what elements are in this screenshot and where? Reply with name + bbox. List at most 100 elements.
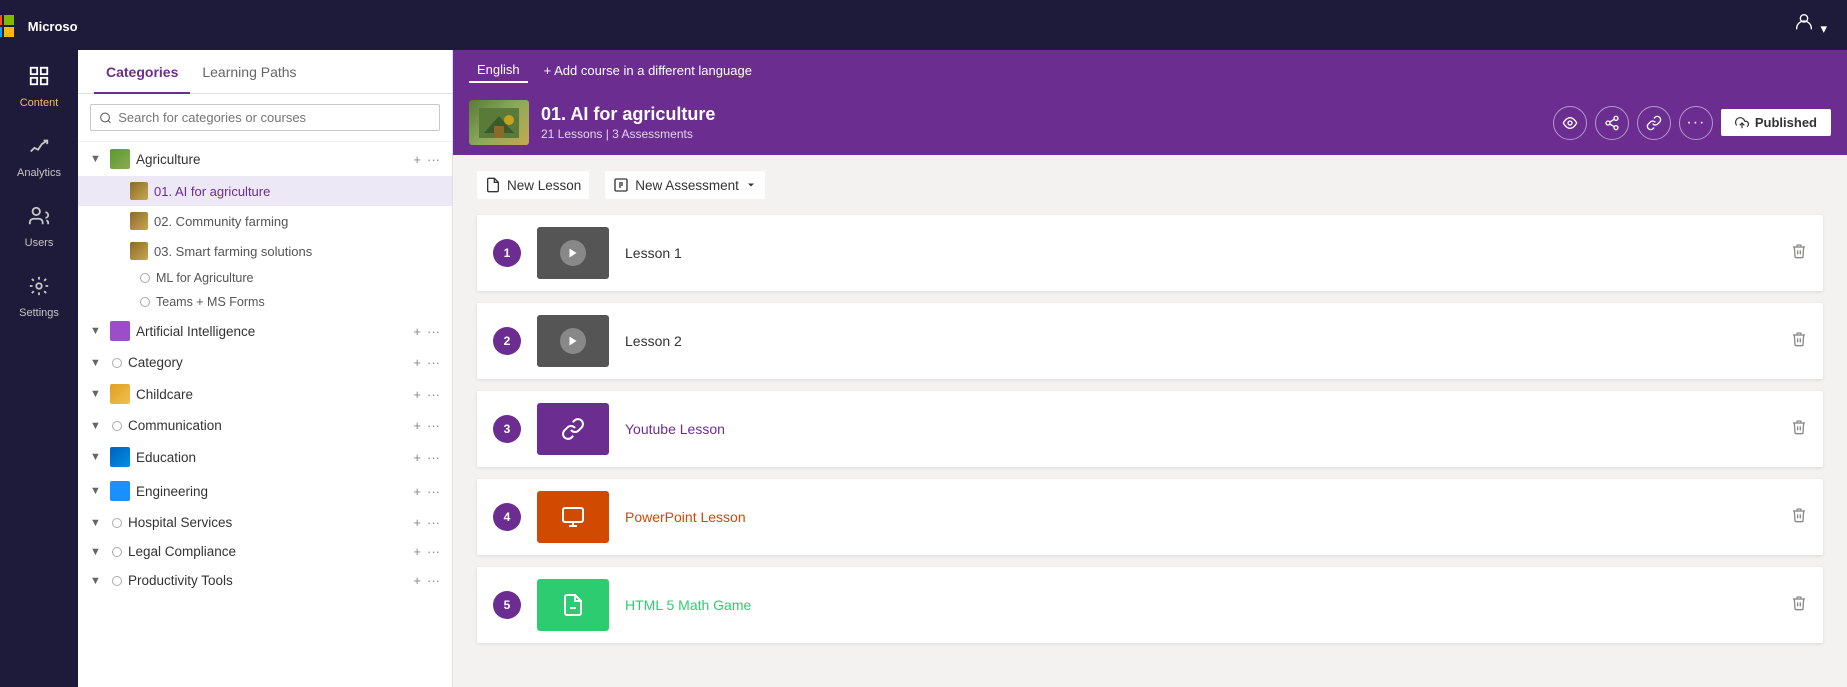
nav-item-users[interactable]: Users <box>0 192 78 262</box>
category-add-btn[interactable]: + <box>413 355 421 370</box>
lesson-name-4[interactable]: PowerPoint Lesson <box>625 509 1775 525</box>
category-ai[interactable]: ▼ Artificial Intelligence + ··· <box>78 314 452 348</box>
education-add-btn[interactable]: + <box>413 450 421 465</box>
course-image <box>469 100 529 145</box>
course-info: 01. AI for agriculture 21 Lessons | 3 As… <box>541 104 1541 141</box>
category-legal[interactable]: ▼ Legal Compliance + ··· <box>78 537 452 566</box>
childcare-add-btn[interactable]: + <box>413 387 421 402</box>
nav-item-analytics[interactable]: Analytics <box>0 122 78 192</box>
share-user-button[interactable] <box>1595 106 1629 140</box>
lesson-thumb-3[interactable] <box>537 403 609 455</box>
sub-community-farming[interactable]: 02. Community farming <box>78 206 452 236</box>
category-childcare[interactable]: ▼ Childcare + ··· <box>78 377 452 411</box>
category-productivity[interactable]: ▼ Productivity Tools + ··· <box>78 566 452 595</box>
legal-add-btn[interactable]: + <box>413 544 421 559</box>
childcare-label: Childcare <box>136 387 407 402</box>
add-language-button[interactable]: + Add course in a different language <box>544 63 752 78</box>
category-more-btn[interactable]: ··· <box>427 355 440 370</box>
sidebar-tabs: Categories Learning Paths <box>78 50 452 94</box>
childcare-more-btn[interactable]: ··· <box>427 387 440 402</box>
sub-smart-farming[interactable]: 03. Smart farming solutions <box>78 236 452 266</box>
chevron-engineering: ▼ <box>90 485 104 497</box>
engineering-actions: + ··· <box>413 484 440 499</box>
category-category[interactable]: ▼ Category + ··· <box>78 348 452 377</box>
lesson-thumb-4[interactable] <box>537 491 609 543</box>
category-dot <box>112 358 122 368</box>
link-button[interactable] <box>1637 106 1671 140</box>
agriculture-icon <box>110 149 130 169</box>
category-agriculture[interactable]: ▼ Agriculture + ··· <box>78 142 452 176</box>
category-engineering[interactable]: ▼ Engineering + ··· <box>78 474 452 508</box>
sidebar: Categories Learning Paths ▼ Agriculture <box>78 50 453 687</box>
ai-more-btn[interactable]: ··· <box>427 324 440 339</box>
ai-agriculture-icon <box>130 182 148 200</box>
published-button[interactable]: Published <box>1721 109 1831 136</box>
education-more-btn[interactable]: ··· <box>427 450 440 465</box>
lesson-card-1: 1 Lesson 1 <box>477 215 1823 291</box>
chevron-communication: ▼ <box>90 420 104 432</box>
leaf-teams-forms[interactable]: Teams + MS Forms <box>78 290 452 314</box>
lesson-name-2[interactable]: Lesson 2 <box>625 333 1775 349</box>
new-assessment-button[interactable]: New Assessment <box>605 171 765 199</box>
preview-button[interactable] <box>1553 106 1587 140</box>
community-farming-label: 02. Community farming <box>154 214 288 229</box>
lesson-name-3[interactable]: Youtube Lesson <box>625 421 1775 437</box>
hospital-more-btn[interactable]: ··· <box>427 515 440 530</box>
more-actions-button[interactable]: ··· <box>1679 106 1713 140</box>
ml-agriculture-label: ML for Agriculture <box>156 271 254 285</box>
lesson-delete-3[interactable] <box>1791 419 1807 440</box>
nav-users-label: Users <box>25 237 54 249</box>
lesson-name-1[interactable]: Lesson 1 <box>625 245 1775 261</box>
communication-add-btn[interactable]: + <box>413 418 421 433</box>
hospital-add-btn[interactable]: + <box>413 515 421 530</box>
lesson-thumb-5[interactable] <box>537 579 609 631</box>
nav-item-settings[interactable]: Settings <box>0 262 78 332</box>
engineering-add-btn[interactable]: + <box>413 484 421 499</box>
engineering-more-btn[interactable]: ··· <box>427 484 440 499</box>
play-button-1[interactable] <box>560 240 586 266</box>
ml-agriculture-dot <box>140 273 150 283</box>
lesson-delete-2[interactable] <box>1791 331 1807 352</box>
tab-categories[interactable]: Categories <box>94 50 190 94</box>
ai-add-btn[interactable]: + <box>413 324 421 339</box>
communication-dot <box>112 421 122 431</box>
category-education[interactable]: ▼ Education + ··· <box>78 440 452 474</box>
play-button-2[interactable] <box>560 328 586 354</box>
lesson-delete-1[interactable] <box>1791 243 1807 264</box>
category-communication[interactable]: ▼ Communication + ··· <box>78 411 452 440</box>
course-title: 01. AI for agriculture <box>541 104 1541 125</box>
tab-learning-paths[interactable]: Learning Paths <box>190 50 308 94</box>
communication-more-btn[interactable]: ··· <box>427 418 440 433</box>
search-box[interactable] <box>90 104 440 131</box>
productivity-add-btn[interactable]: + <box>413 573 421 588</box>
productivity-more-btn[interactable]: ··· <box>427 573 440 588</box>
search-input[interactable] <box>118 110 431 125</box>
lesson-number-1: 1 <box>493 239 521 267</box>
lang-tab-english[interactable]: English <box>469 58 528 83</box>
ai-actions: + ··· <box>413 324 440 339</box>
education-icon <box>110 447 130 467</box>
communication-actions: + ··· <box>413 418 440 433</box>
user-menu-button[interactable]: ▾ <box>1793 11 1827 39</box>
lesson-delete-5[interactable] <box>1791 595 1807 616</box>
lesson-thumb-1[interactable] <box>537 227 609 279</box>
chevron-education: ▼ <box>90 451 104 463</box>
lesson-number-5: 5 <box>493 591 521 619</box>
nav-item-content[interactable]: Content <box>0 52 78 122</box>
leaf-ml-agriculture[interactable]: ML for Agriculture <box>78 266 452 290</box>
legal-more-btn[interactable]: ··· <box>427 544 440 559</box>
agriculture-more-btn[interactable]: ··· <box>427 152 440 167</box>
category-hospital[interactable]: ▼ Hospital Services + ··· <box>78 508 452 537</box>
chevron-agriculture: ▼ <box>90 153 104 165</box>
lesson-name-5[interactable]: HTML 5 Math Game <box>625 597 1775 613</box>
content-area: English + Add course in a different lang… <box>453 50 1847 687</box>
lesson-delete-4[interactable] <box>1791 507 1807 528</box>
new-assessment-icon <box>613 177 629 193</box>
chevron-childcare: ▼ <box>90 388 104 400</box>
sub-ai-agriculture[interactable]: 01. AI for agriculture <box>78 176 452 206</box>
lesson-thumb-2[interactable] <box>537 315 609 367</box>
legal-actions: + ··· <box>413 544 440 559</box>
agriculture-add-btn[interactable]: + <box>413 152 421 167</box>
lesson-card-5: 5 HTML 5 Math Game <box>477 567 1823 643</box>
new-lesson-button[interactable]: New Lesson <box>477 171 589 199</box>
